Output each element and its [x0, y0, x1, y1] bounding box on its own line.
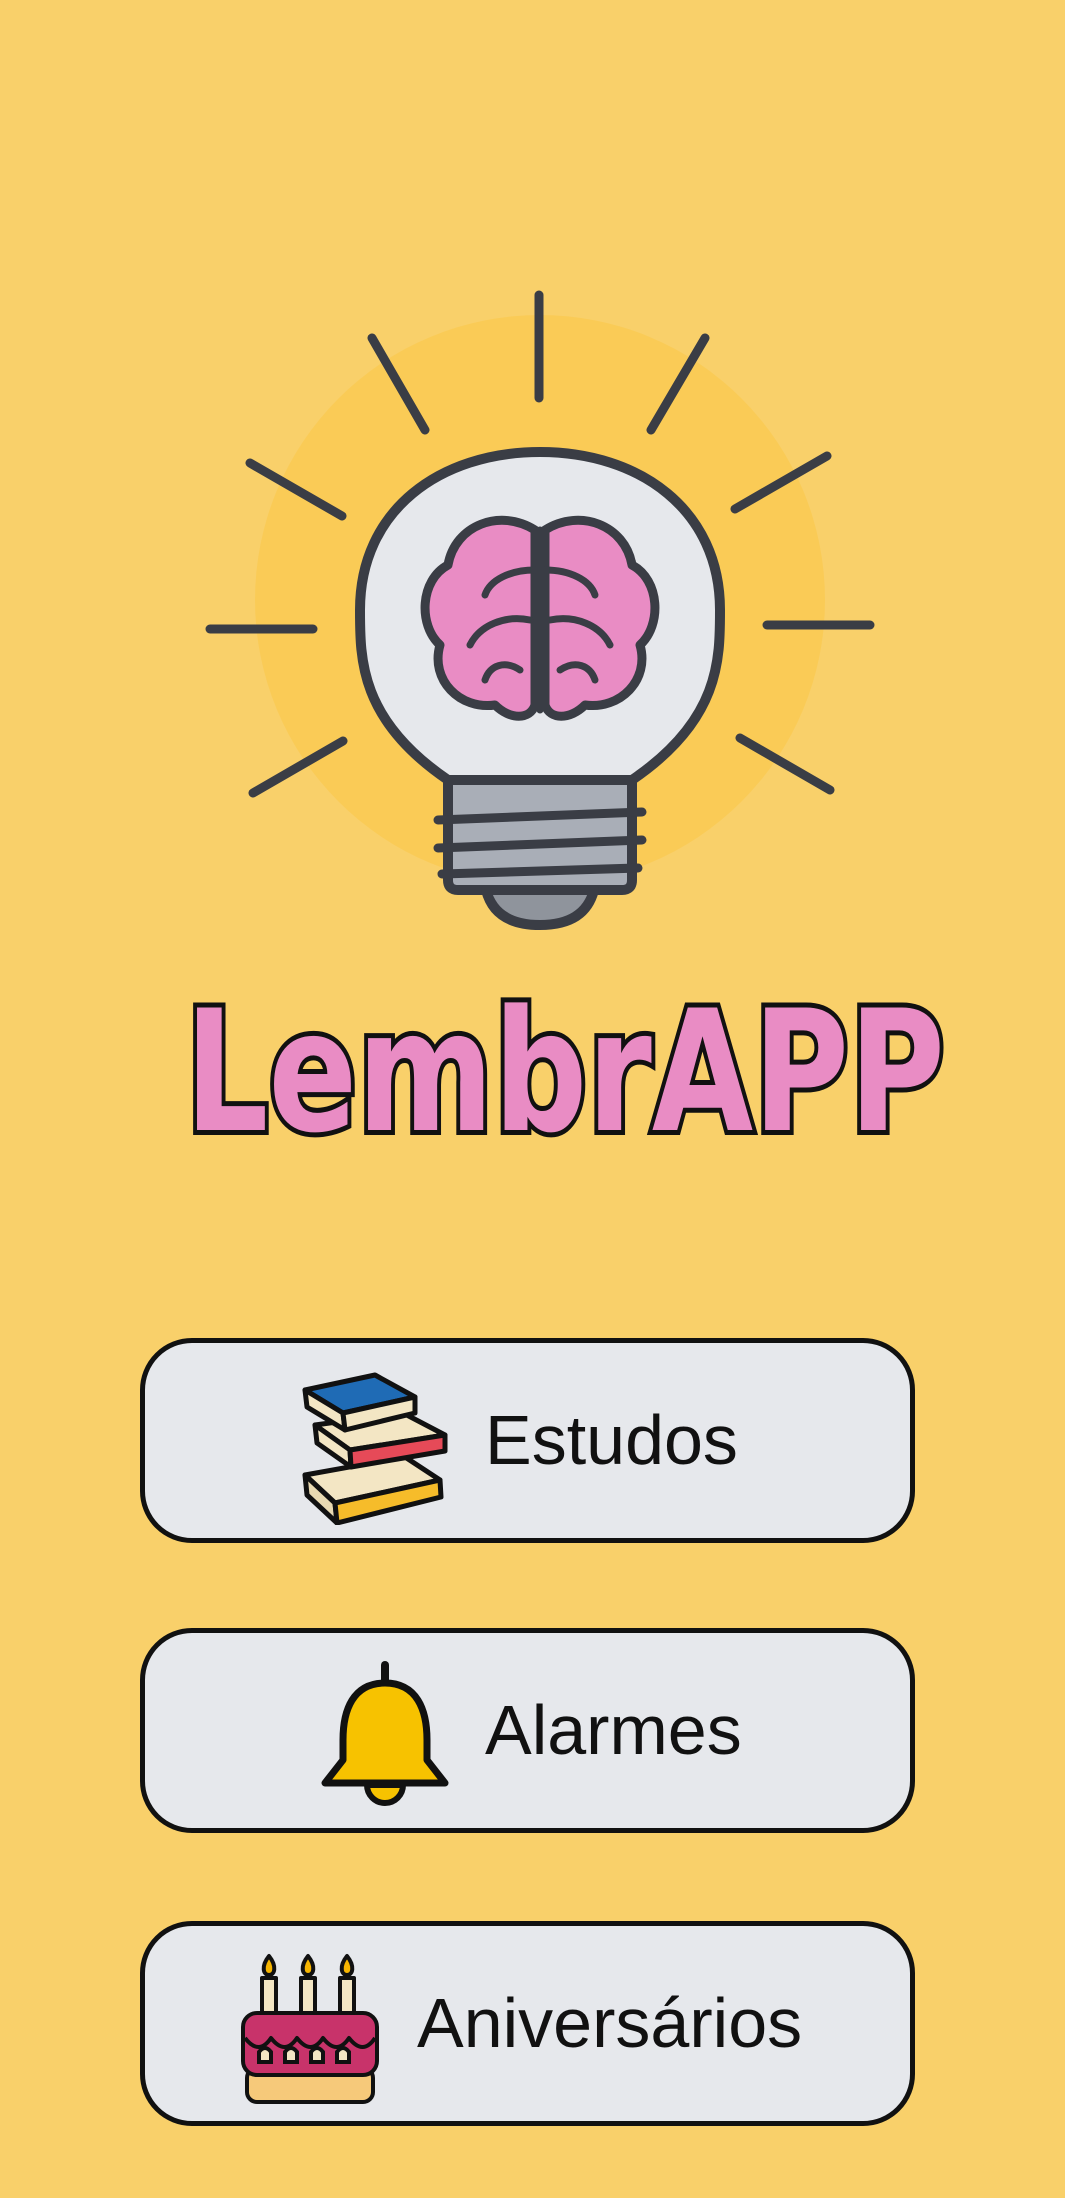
aniversarios-label: Aniversários — [417, 1984, 803, 2062]
alarmes-button[interactable]: Alarmes — [140, 1628, 915, 1833]
aniversarios-button[interactable]: Aniversários — [140, 1921, 915, 2126]
app-title: LembrAPP — [180, 975, 950, 1155]
estudos-label: Estudos — [485, 1401, 738, 1479]
bell-icon — [321, 1661, 449, 1806]
app-title-text: LembrAPP — [185, 975, 945, 1155]
books-icon — [302, 1372, 448, 1525]
estudos-button[interactable]: Estudos — [140, 1338, 915, 1543]
lightbulb-brain-icon — [205, 290, 875, 930]
alarmes-label: Alarmes — [485, 1691, 742, 1769]
birthday-cake-icon — [241, 1954, 379, 2104]
